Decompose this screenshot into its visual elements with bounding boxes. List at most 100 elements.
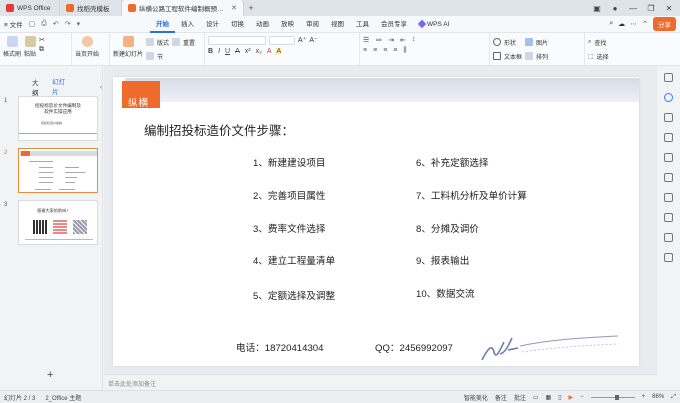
collapse-panel-icon[interactable]: ‹: [100, 84, 102, 91]
tab-document[interactable]: 纵横公路工程软件编制概预算： ✕: [122, 0, 244, 16]
menu-insert[interactable]: 插入: [175, 16, 200, 33]
highlight-button[interactable]: A: [276, 48, 282, 55]
line-spacing-icon[interactable]: ↕: [412, 36, 416, 44]
undo-icon[interactable]: ↶: [53, 20, 59, 28]
menu-slideshow[interactable]: 放映: [275, 16, 300, 33]
share-button[interactable]: 分享: [653, 17, 676, 31]
font-color-button[interactable]: A: [267, 48, 272, 55]
indent-icon[interactable]: ⇥: [388, 36, 394, 44]
close-icon[interactable]: ✕: [661, 4, 677, 13]
window-list-icon[interactable]: ▣: [589, 4, 605, 13]
menu-animation[interactable]: 动画: [250, 16, 275, 33]
slide-thumbnail-3[interactable]: 3 感谢大家的聆听！: [4, 200, 98, 245]
more-icon[interactable]: ▾: [77, 20, 81, 28]
paste-button[interactable]: 粘贴: [24, 36, 36, 58]
textbox-button[interactable]: 文本框: [493, 50, 522, 62]
normal-view-icon[interactable]: ▭: [533, 394, 539, 401]
save-icon[interactable]: ▢: [29, 20, 36, 28]
superscript-button[interactable]: x²: [245, 48, 251, 55]
outdent-icon[interactable]: ⇤: [400, 36, 406, 44]
slideshow-icon[interactable]: ▶: [569, 394, 574, 401]
theme-name[interactable]: 2_Office 主题: [45, 393, 81, 402]
close-tab-icon[interactable]: ✕: [231, 4, 237, 12]
collapse-ribbon-icon[interactable]: ⌃: [642, 20, 648, 28]
redo-icon[interactable]: ↷: [65, 20, 71, 28]
bullets-icon[interactable]: ☰: [363, 36, 369, 44]
zoom-in-icon[interactable]: +: [642, 394, 646, 400]
collaboration-icon[interactable]: [664, 233, 673, 242]
properties-icon[interactable]: [664, 73, 673, 82]
layout-button[interactable]: 版式: [146, 36, 169, 48]
search-icon[interactable]: ⌕: [609, 20, 613, 28]
menu-transition[interactable]: 切换: [225, 16, 250, 33]
menu-design[interactable]: 设计: [200, 16, 225, 33]
sorter-view-icon[interactable]: ▦: [546, 394, 552, 401]
transition-icon[interactable]: [664, 173, 673, 182]
section-button[interactable]: 节: [146, 50, 169, 62]
add-slide-button[interactable]: +: [47, 369, 53, 381]
justify-icon[interactable]: ≡: [393, 47, 397, 55]
menu-review[interactable]: 审阅: [300, 16, 325, 33]
underline-button[interactable]: U: [225, 48, 230, 55]
align-center-icon[interactable]: ≡: [373, 47, 377, 55]
shrink-font-icon[interactable]: A⁻: [309, 36, 317, 45]
current-slide[interactable]: 纵横 编制招投标造价文件步骤： 1、新建建设项目 2、完善项目属性 3、费率文件…: [113, 77, 639, 366]
print-icon[interactable]: ⎙: [41, 20, 47, 28]
add-tab-button[interactable]: +: [244, 0, 258, 16]
more-tools-icon[interactable]: [664, 253, 673, 262]
comments-button[interactable]: 批注: [514, 393, 526, 402]
menu-tools[interactable]: 工具: [350, 16, 375, 33]
file-menu[interactable]: ≡ 文件: [4, 19, 23, 29]
notes-area[interactable]: 单击此处添加备注: [104, 374, 657, 390]
picture-button[interactable]: 图片: [525, 36, 548, 48]
menu-view[interactable]: 视图: [325, 16, 350, 33]
cut-icon[interactable]: ✂: [39, 36, 45, 44]
numbering-icon[interactable]: ≔: [375, 36, 382, 44]
align-right-icon[interactable]: ≡: [383, 47, 387, 55]
tab-outline[interactable]: 大纲: [32, 77, 43, 97]
zoom-slider[interactable]: [590, 394, 635, 400]
font-size-select[interactable]: [269, 36, 295, 45]
strikethrough-button[interactable]: A: [235, 48, 240, 55]
tab-wps-office[interactable]: WPS Office: [0, 0, 60, 16]
avatar[interactable]: ●: [607, 4, 623, 13]
columns-icon[interactable]: ⫼: [403, 47, 406, 55]
new-slide-button[interactable]: 新建幻灯片: [113, 36, 143, 58]
tab-slides[interactable]: 幻灯片: [52, 76, 69, 98]
font-family-select[interactable]: [208, 36, 266, 45]
align-left-icon[interactable]: ≡: [363, 47, 367, 55]
bold-button[interactable]: B: [208, 48, 213, 55]
frame-icon[interactable]: [664, 213, 673, 222]
zoom-out-icon[interactable]: −: [580, 394, 584, 400]
cloud-icon[interactable]: ☁: [618, 20, 625, 28]
find-button[interactable]: ⌕ 查找: [588, 36, 609, 48]
shape-button[interactable]: 形状: [493, 36, 522, 48]
subscript-button[interactable]: x₂: [256, 48, 262, 55]
copy-icon[interactable]: ⧉: [39, 46, 45, 54]
menu-member[interactable]: 会员专享: [375, 16, 413, 33]
notes-button[interactable]: 备注: [495, 393, 507, 402]
reset-button[interactable]: 重置: [172, 36, 195, 48]
tab-templates[interactable]: 找稻壳模板: [60, 0, 122, 16]
star-icon[interactable]: [664, 113, 673, 122]
italic-button[interactable]: I: [218, 48, 220, 55]
layers-icon[interactable]: [664, 133, 673, 142]
start-from-current-button[interactable]: 当页开始: [75, 36, 99, 58]
maximize-icon[interactable]: ❐: [643, 4, 659, 13]
design-icon[interactable]: [664, 93, 673, 102]
fit-window-icon[interactable]: ⤢: [671, 394, 676, 401]
select-button[interactable]: ⬚ 选择: [588, 50, 609, 62]
minimize-icon[interactable]: —: [625, 4, 641, 13]
menu-wps-ai[interactable]: WPS AI: [413, 16, 455, 33]
menu-home[interactable]: 开始: [150, 16, 175, 33]
grow-font-icon[interactable]: A⁺: [298, 36, 306, 45]
arrange-button[interactable]: 排列: [525, 50, 548, 62]
zoom-level[interactable]: 86%: [652, 394, 664, 400]
zoom-slider-knob[interactable]: [614, 394, 619, 400]
paint-icon[interactable]: [664, 193, 673, 202]
format-painter-button[interactable]: 格式刷: [3, 36, 21, 58]
more-menu-icon[interactable]: ⋯: [630, 20, 637, 28]
beautify-button[interactable]: 智能美化: [464, 393, 488, 402]
slide-thumbnail-2[interactable]: 2: [4, 148, 98, 193]
animation-icon[interactable]: [664, 153, 673, 162]
